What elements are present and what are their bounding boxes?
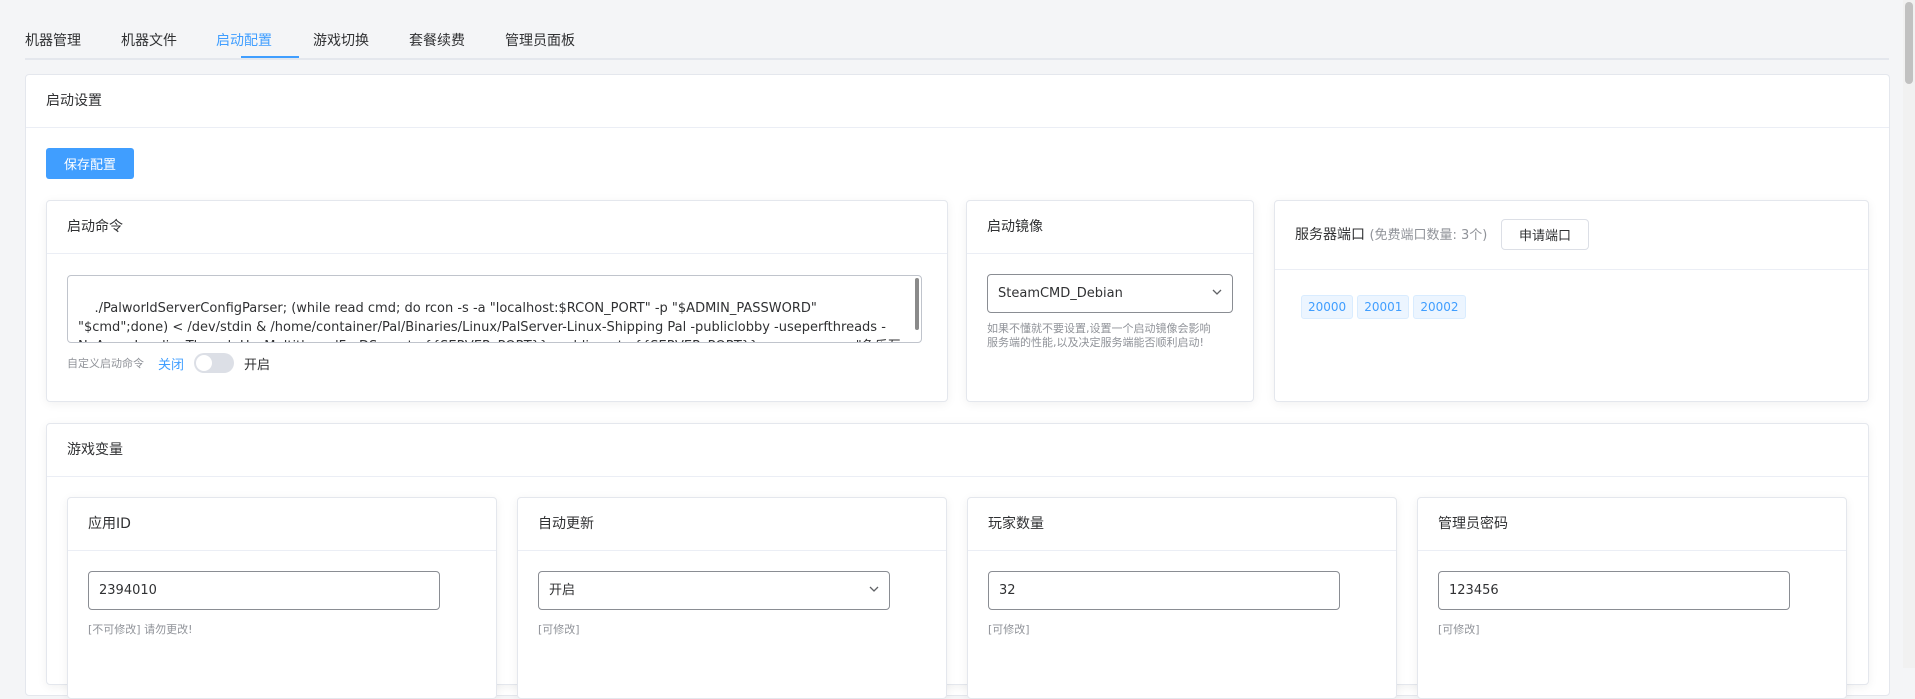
switch-on-label[interactable]: 开启 [244,354,270,373]
var-label: 自动更新 [518,498,946,551]
port-tag: 20002 [1413,295,1466,319]
app-id-input[interactable]: 2394010 [88,571,440,610]
page-scrollbar-thumb[interactable] [1905,2,1913,84]
tab-launch-config[interactable]: 启动配置 [216,30,272,50]
launch-image-title: 启动镜像 [967,201,1253,254]
server-port-card: 服务器端口 (免费端口数量: 3个) 申请端口 20000 20001 2000… [1274,200,1869,402]
launch-command-text: ./PalworldServerConfigParser; (while rea… [78,301,901,342]
apply-port-button[interactable]: 申请端口 [1501,219,1589,250]
toggle-knob [196,355,213,371]
var-label: 管理员密码 [1418,498,1846,551]
tab-admin-panel[interactable]: 管理员面板 [505,30,575,50]
var-hint: [不可修改] 请勿更改! [88,623,193,636]
chevron-down-icon [869,586,879,592]
launch-command-title: 启动命令 [47,201,947,254]
save-config-button[interactable]: 保存配置 [46,148,134,179]
custom-command-toggle[interactable] [194,353,235,373]
var-card-player-count: 玩家数量 32 [可修改] [967,497,1397,699]
launch-image-hint-1: 如果不懂就不要设置,设置一个启动镜像会影响 [987,322,1211,335]
admin-password-input[interactable]: 123456 [1438,571,1790,610]
custom-command-label: 自定义启动命令 [67,357,144,370]
launch-command-card: 启动命令 ./PalworldServerConfigParser; (whil… [46,200,948,402]
active-tab-indicator [241,56,299,58]
port-tag: 20000 [1301,295,1354,319]
var-hint: [可修改] [538,623,580,636]
tab-game-switch[interactable]: 游戏切换 [313,30,369,50]
port-tag-list: 20000 20001 20002 [1301,295,1466,319]
tab-machine-files[interactable]: 机器文件 [121,30,177,50]
custom-command-switch-row: 自定义启动命令 关闭 开启 [67,353,270,373]
page-scrollbar[interactable] [1903,0,1915,668]
tab-bar: 机器管理 机器文件 启动配置 游戏切换 套餐续费 管理员面板 [25,0,1889,60]
port-tag: 20001 [1357,295,1410,319]
free-port-count: (免费端口数量: 3个) [1369,228,1488,243]
launch-image-value: SteamCMD_Debian [998,286,1123,301]
var-card-auto-update: 自动更新 开启 [可修改] [517,497,947,699]
var-card-app-id: 应用ID 2394010 [不可修改] 请勿更改! [67,497,497,699]
launch-image-hint-2: 服务端的性能,以及决定服务端能否顺利启动! [987,336,1204,349]
chevron-down-icon [1212,289,1222,295]
auto-update-select[interactable]: 开启 [538,571,890,610]
var-hint: [可修改] [1438,623,1480,636]
launch-command-textarea[interactable]: ./PalworldServerConfigParser; (while rea… [67,275,922,343]
textarea-scrollbar[interactable] [915,278,919,330]
switch-off-label[interactable]: 关闭 [158,354,184,373]
game-variables-title: 游戏变量 [47,424,1868,477]
server-port-title: 服务器端口 [1295,227,1365,243]
tab-machine-management[interactable]: 机器管理 [25,30,81,50]
launch-image-card: 启动镜像 SteamCMD_Debian 如果不懂就不要设置,设置一个启动镜像会… [966,200,1254,402]
var-hint: [可修改] [988,623,1030,636]
launch-settings-title: 启动设置 [26,75,1889,128]
game-variables-card: 游戏变量 应用ID 2394010 [不可修改] 请勿更改! 自动更新 开启 [… [46,423,1869,699]
var-label: 玩家数量 [968,498,1396,551]
var-card-admin-password: 管理员密码 123456 [可修改] [1417,497,1847,699]
player-count-input[interactable]: 32 [988,571,1340,610]
var-label: 应用ID [68,498,496,551]
launch-image-select[interactable]: SteamCMD_Debian [987,274,1233,313]
auto-update-value: 开启 [549,583,576,598]
tab-plan-renewal[interactable]: 套餐续费 [409,30,465,50]
